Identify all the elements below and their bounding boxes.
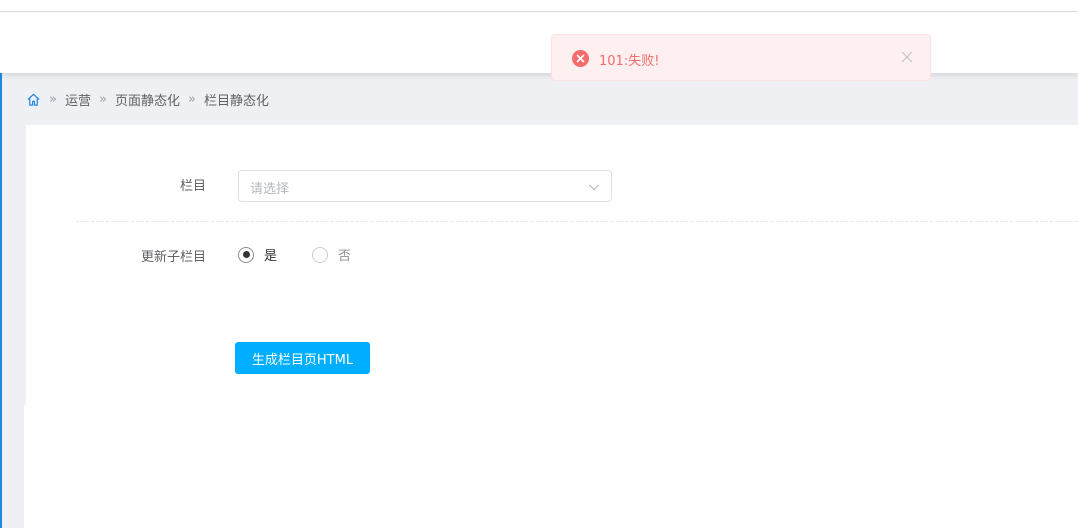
chevron-double-right-icon: » <box>98 91 107 107</box>
column-select-placeholder: 请选择 <box>250 182 290 197</box>
breadcrumb-item[interactable]: 运营 <box>65 90 91 109</box>
home-icon[interactable] <box>26 92 41 107</box>
divider <box>76 221 1078 222</box>
sidebar-edge <box>0 73 2 528</box>
radio-unchecked-icon[interactable] <box>312 246 328 263</box>
breadcrumb-item[interactable]: 页面静态化 <box>115 90 180 109</box>
radio-yes-label: 是 <box>264 249 278 264</box>
generate-html-button[interactable]: 生成栏目页HTML <box>235 342 370 374</box>
breadcrumb: » 运营 » 页面静态化 » 栏目静态化 <box>26 88 269 110</box>
radio-yes[interactable]: 是 <box>238 245 277 264</box>
column-label: 栏目 <box>179 179 206 194</box>
breadcrumb-item-current: 栏目静态化 <box>203 93 269 109</box>
error-circle-icon <box>572 50 589 67</box>
error-toast: 101:失败! <box>551 34 931 81</box>
radio-no[interactable]: 否 <box>312 245 351 264</box>
bookmarks-bar <box>0 0 1078 12</box>
close-icon[interactable] <box>900 50 914 64</box>
chevron-down-icon <box>589 184 599 191</box>
column-select[interactable]: 请选择 <box>238 170 612 202</box>
radio-checked-icon[interactable] <box>238 246 254 263</box>
update-children-label: 更新子栏目 <box>140 250 206 265</box>
chevron-double-right-icon: » <box>49 91 57 107</box>
form-panel-lower <box>24 405 1078 528</box>
radio-no-label: 否 <box>338 249 352 264</box>
chevron-double-right-icon: » <box>187 91 196 107</box>
toast-message: 101:失败! <box>599 54 660 69</box>
